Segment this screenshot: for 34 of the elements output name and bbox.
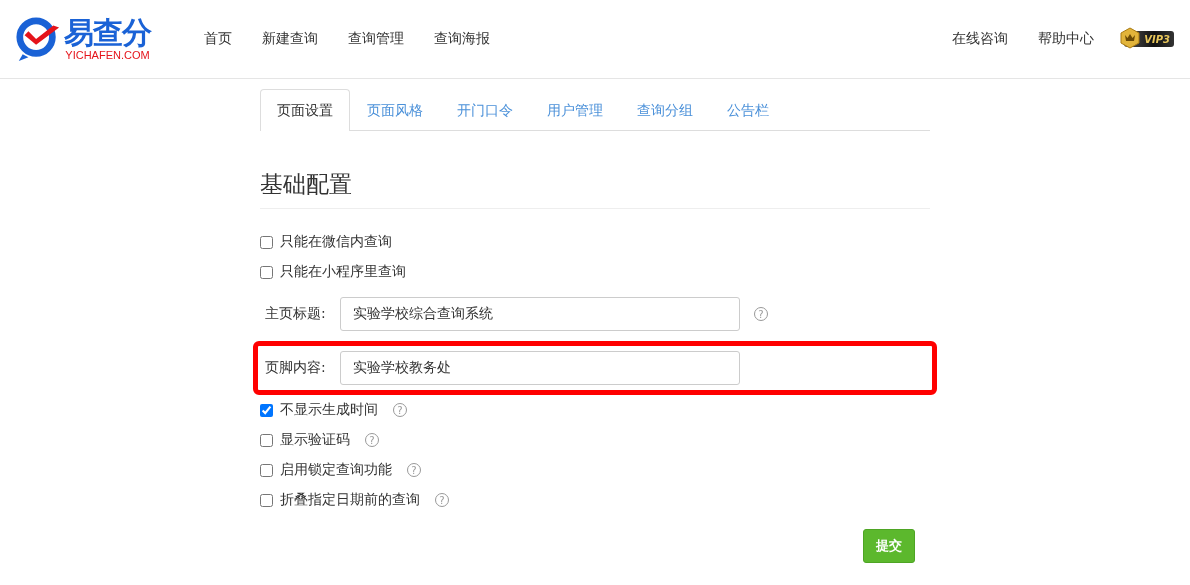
- tab[interactable]: 页面风格: [350, 89, 440, 131]
- tab[interactable]: 页面设置: [260, 89, 350, 131]
- checkbox-label: 折叠指定日期前的查询: [280, 491, 420, 509]
- nav-link[interactable]: 首页: [204, 30, 232, 48]
- checkbox[interactable]: [260, 403, 273, 417]
- section-title: 基础配置: [260, 169, 930, 209]
- logo-domain: YICHAFEN.COM: [65, 49, 150, 61]
- checkbox-label: 只能在小程序里查询: [280, 263, 406, 281]
- nav-link[interactable]: 查询管理: [348, 30, 404, 48]
- tab[interactable]: 用户管理: [530, 89, 620, 131]
- logo-name: 易查分: [64, 17, 151, 49]
- submit-button[interactable]: 提交: [863, 529, 915, 563]
- checkbox-label: 启用锁定查询功能: [280, 461, 392, 479]
- checkbox-label: 只能在微信内查询: [280, 233, 392, 251]
- checkbox[interactable]: [260, 463, 273, 477]
- checkbox[interactable]: [260, 265, 273, 279]
- checkbox-label: 显示验证码: [280, 431, 350, 449]
- checkbox[interactable]: [260, 235, 273, 249]
- tab[interactable]: 开门口令: [440, 89, 530, 131]
- input-field[interactable]: 实验学校教务处: [340, 351, 740, 385]
- checkbox[interactable]: [260, 493, 273, 507]
- checkbox-label: 不显示生成时间: [280, 401, 378, 419]
- crown-icon: [1120, 27, 1141, 49]
- nav-link[interactable]: 新建查询: [262, 30, 318, 48]
- nav-link[interactable]: 帮助中心: [1038, 30, 1095, 48]
- nav-link[interactable]: 查询海报: [434, 30, 490, 48]
- field-label: 页脚内容:: [265, 359, 327, 377]
- input-field[interactable]: 实验学校综合查询系统: [340, 297, 740, 331]
- tab[interactable]: 查询分组: [620, 89, 710, 131]
- checkbox[interactable]: [260, 433, 273, 447]
- logo-icon: [14, 16, 62, 62]
- nav-link[interactable]: 在线咨询: [952, 30, 1009, 48]
- field-label: 主页标题:: [265, 305, 327, 323]
- tab[interactable]: 公告栏: [710, 89, 786, 131]
